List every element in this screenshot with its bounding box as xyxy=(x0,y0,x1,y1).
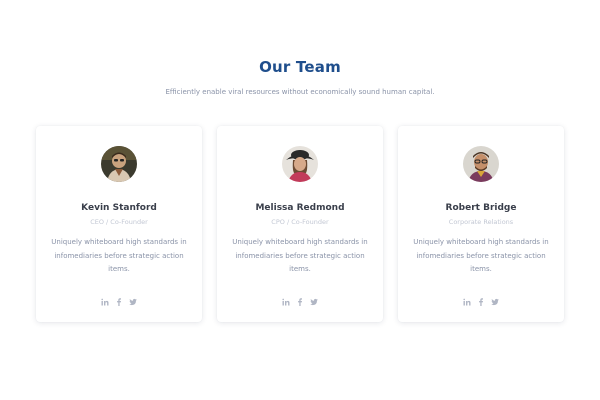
linkedin-icon[interactable] xyxy=(463,298,471,306)
section-title: Our Team xyxy=(259,58,341,76)
avatar xyxy=(282,146,318,182)
section-subtitle: Efficiently enable viral resources witho… xyxy=(165,88,435,96)
member-role: CEO / Co-Founder xyxy=(90,218,148,226)
member-bio: Uniquely whiteboard high standards in in… xyxy=(413,238,549,273)
team-section: Our Team Efficiently enable viral resour… xyxy=(0,0,600,400)
twitter-icon[interactable] xyxy=(310,298,318,306)
twitter-icon[interactable] xyxy=(491,298,499,306)
avatar xyxy=(101,146,137,182)
linkedin-icon[interactable] xyxy=(282,298,290,306)
facebook-icon[interactable] xyxy=(115,298,123,306)
member-name: Kevin Stanford xyxy=(81,203,157,213)
member-bio: Uniquely whiteboard high standards in in… xyxy=(51,238,187,273)
member-role: CPO / Co-Founder xyxy=(271,218,329,226)
member-name: Robert Bridge xyxy=(445,203,517,213)
avatar xyxy=(463,146,499,182)
member-name: Melissa Redmond xyxy=(255,203,345,213)
team-card: Kevin Stanford CEO / Co-Founder Uniquely… xyxy=(36,126,202,322)
team-card: Robert Bridge Corporate Relations Unique… xyxy=(398,126,564,322)
social-links xyxy=(36,298,202,306)
member-bio: Uniquely whiteboard high standards in in… xyxy=(232,238,368,273)
twitter-icon[interactable] xyxy=(129,298,137,306)
team-card: Melissa Redmond CPO / Co-Founder Uniquel… xyxy=(217,126,383,322)
social-links xyxy=(217,298,383,306)
social-links xyxy=(398,298,564,306)
team-cards: Kevin Stanford CEO / Co-Founder Uniquely… xyxy=(36,126,564,324)
member-role: Corporate Relations xyxy=(448,218,514,226)
facebook-icon[interactable] xyxy=(477,298,485,306)
facebook-icon[interactable] xyxy=(296,298,304,306)
linkedin-icon[interactable] xyxy=(101,298,109,306)
